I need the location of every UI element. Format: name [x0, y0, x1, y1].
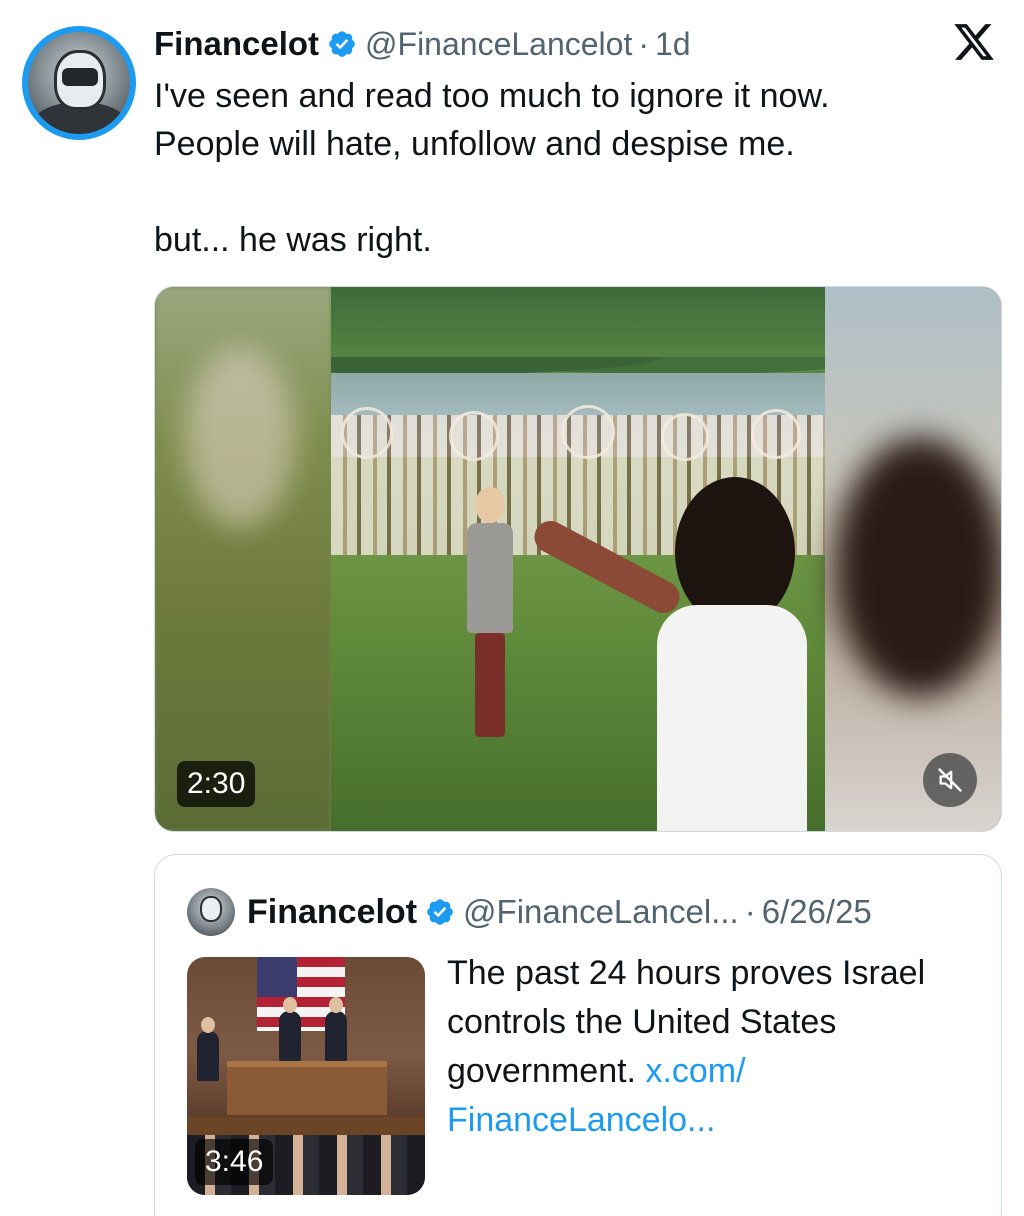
quoted-post-link[interactable]: x.com/ [645, 1052, 745, 1090]
unmute-button[interactable] [923, 753, 977, 807]
post-text: I've seen and read too much to ignore it… [154, 72, 954, 264]
quoted-post[interactable]: Financelot @FinanceLancel... · 6/26/25 3… [154, 854, 1002, 1216]
verified-badge-icon [427, 899, 453, 925]
quoted-post-text: The past 24 hours proves Israel controls… [447, 949, 977, 1145]
quoted-post-link[interactable]: FinanceLancelo... [447, 1101, 715, 1139]
quoted-post-header: Financelot @FinanceLancel... · 6/26/25 [187, 887, 872, 937]
video-player[interactable]: 2:30 [154, 286, 1002, 832]
avatar-image [28, 32, 130, 134]
verified-badge-icon [329, 31, 355, 57]
quoted-author-avatar [187, 888, 235, 936]
separator-dot: · [638, 25, 649, 62]
muted-speaker-icon [938, 768, 962, 792]
video-blur-left [155, 287, 331, 831]
author-name[interactable]: Financelot [154, 25, 319, 63]
separator-dot: · [744, 893, 756, 930]
post-header: Financelot @FinanceLancelot · 1d [154, 22, 691, 66]
video-blur-right [825, 287, 1001, 831]
quoted-author-handle: @FinanceLancel... [463, 893, 739, 930]
video-frame [331, 287, 827, 831]
video-duration: 2:30 [177, 761, 256, 807]
x-logo-icon [954, 24, 994, 60]
author-handle[interactable]: @FinanceLancelot [365, 26, 632, 63]
quoted-post-date: 6/26/25 [761, 893, 872, 930]
author-avatar[interactable] [22, 26, 136, 140]
post-text-line: People will hate, unfollow and despise m… [154, 125, 795, 163]
post-text-line: I've seen and read too much to ignore it… [154, 77, 830, 115]
quoted-video-thumbnail[interactable]: 3:46 [187, 957, 425, 1195]
post-text-line: but... he was right. [154, 221, 432, 259]
post-time[interactable]: 1d [655, 26, 691, 63]
quoted-video-duration: 3:46 [195, 1139, 274, 1185]
quoted-author-name: Financelot [247, 892, 418, 931]
